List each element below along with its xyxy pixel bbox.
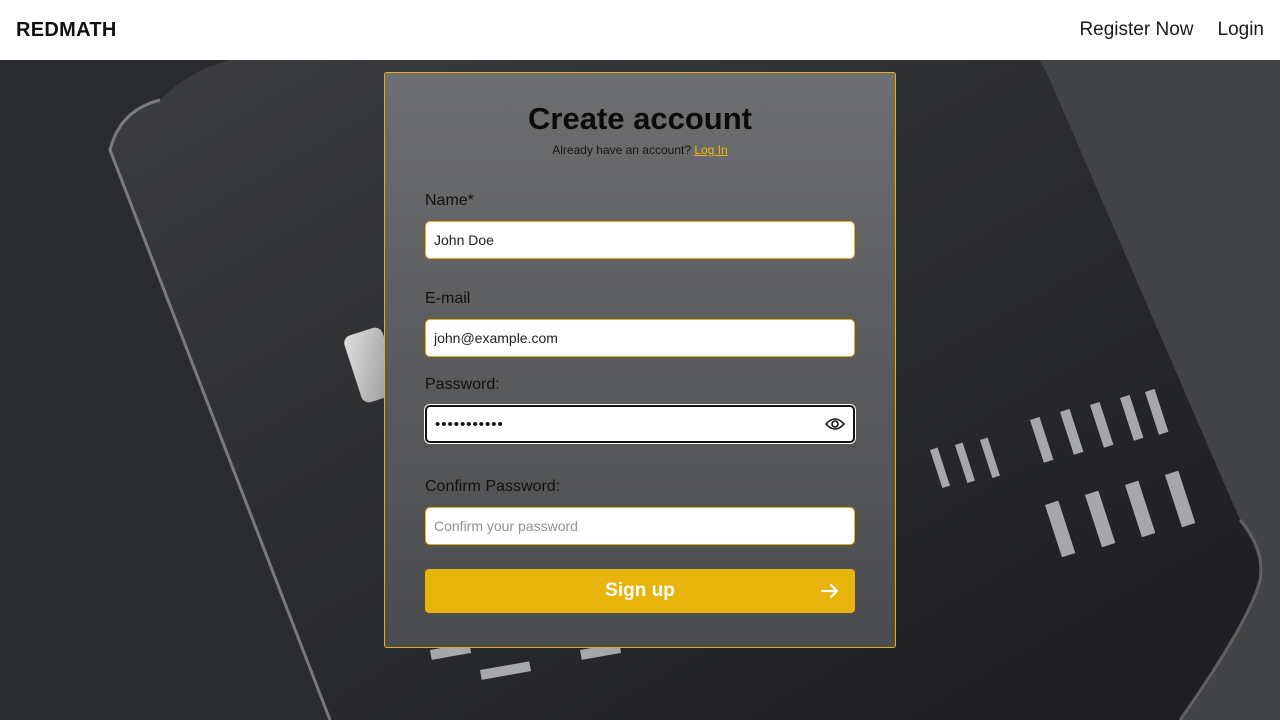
password-field[interactable]: ••••••••••• xyxy=(425,405,855,443)
nav-links: Register Now Login xyxy=(1079,19,1264,41)
signup-card: Create account Already have an account? … xyxy=(384,72,896,648)
email-label: E-mail xyxy=(425,290,471,307)
name-input[interactable] xyxy=(434,232,846,248)
page-title: Create account xyxy=(528,101,752,136)
password-input[interactable]: ••••••••••• xyxy=(435,416,825,433)
arrow-right-icon xyxy=(819,580,841,602)
email-input[interactable] xyxy=(434,330,846,346)
login-prompt: Already have an account? Log In xyxy=(385,143,895,157)
signup-button-label: Sign up xyxy=(605,580,675,601)
nav-register-link[interactable]: Register Now xyxy=(1079,19,1193,41)
name-label: Name* xyxy=(425,192,474,209)
confirm-password-field[interactable] xyxy=(425,507,855,545)
eye-icon[interactable] xyxy=(825,414,845,434)
login-prompt-text: Already have an account? xyxy=(552,143,692,157)
signup-button[interactable]: Sign up xyxy=(425,569,855,613)
confirm-password-input[interactable] xyxy=(434,518,846,534)
brand-logo[interactable]: REDMATH xyxy=(16,19,117,42)
top-navbar: REDMATH Register Now Login xyxy=(0,0,1280,60)
password-label: Password: xyxy=(425,376,500,393)
name-field[interactable] xyxy=(425,221,855,259)
confirm-password-label: Confirm Password: xyxy=(425,478,561,495)
email-field[interactable] xyxy=(425,319,855,357)
nav-login-link[interactable]: Login xyxy=(1218,19,1265,41)
login-link[interactable]: Log In xyxy=(694,143,727,157)
